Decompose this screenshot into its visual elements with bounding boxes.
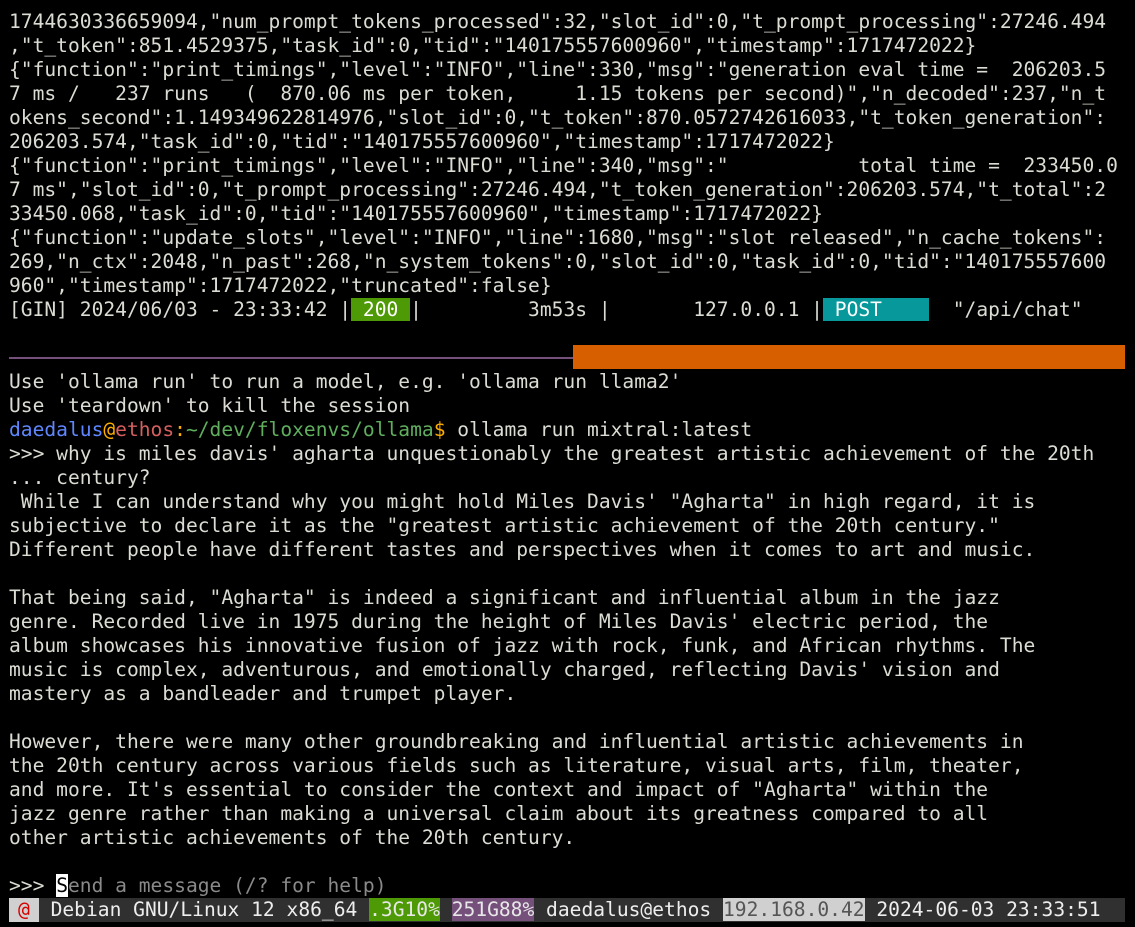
datetime: 2024-06-03 23:33:51 xyxy=(864,898,1101,921)
gin-prefix: [GIN] 2024/06/03 - 23:33:42 | xyxy=(9,298,352,321)
hint-line: Use 'teardown' to kill the session xyxy=(9,394,411,417)
log-line: {"function":"update_slots","level":"INFO… xyxy=(9,226,1107,249)
server-log-pane: 1744630336659094,"num_prompt_tokens_proc… xyxy=(9,10,1135,322)
response-line: While I can understand why you might hol… xyxy=(9,490,1036,513)
log-line: 7 ms / 237 runs ( 870.06 ms per token, 1… xyxy=(9,82,1107,105)
log-line: 206203.574,"task_id":0,"tid":"1401755576… xyxy=(9,130,835,153)
log-line: 960","timestamp":1717472022,"truncated":… xyxy=(9,274,552,297)
log-line: okens_second":1.14934962281497​6,"slot_i… xyxy=(9,106,1107,129)
prompt-at: @ xyxy=(103,418,116,441)
response-line: other artistic achievements of the 20th … xyxy=(9,826,576,849)
response-line: and more. It's essential to consider the… xyxy=(9,778,989,801)
pane-border-line xyxy=(9,357,573,359)
text-cursor: S xyxy=(56,874,68,897)
response-line: subjective to declare it as the "greates… xyxy=(9,514,1000,537)
response-paragraph: That being said, "Agharta" is indeed a s… xyxy=(9,586,1135,706)
ip-address: 192.168.0.42 xyxy=(723,898,865,921)
shell-prompt-line: daedalus@ethos:~/dev/floxenvs/ollama$ ol… xyxy=(9,418,1135,442)
prompt-dollar: $ xyxy=(433,418,446,441)
log-line: {"function":"print_timings","level":"INF… xyxy=(9,154,1118,177)
log-line: 269,"n_ctx":2048,"n_past":268,"n_system_… xyxy=(9,250,1107,273)
response-line: genre. Recorded live in 1975 during the … xyxy=(9,610,989,633)
shell-command: ollama run mixtral:latest xyxy=(445,418,753,441)
response-line: music is complex, adventurous, and emoti… xyxy=(9,658,1000,681)
response-paragraph: While I can understand why you might hol… xyxy=(9,490,1135,562)
log-line: 7 ms","slot_id":0,"t_prompt_processing":… xyxy=(9,178,1107,201)
prompt-path: ~/dev/floxenvs/ollama xyxy=(185,418,434,441)
disk-usage: 251G88% xyxy=(451,898,535,921)
prompt-host: ethos xyxy=(115,418,175,441)
log-line: {"function":"print_timings","level":"INF… xyxy=(9,58,1107,81)
prompt-user: daedalus xyxy=(9,418,104,441)
response-line: the 20th century across various fields s… xyxy=(9,754,1024,777)
gin-latency-ip: | 3m53s | 127.0.0.1 | xyxy=(410,298,823,321)
active-pane-indicator xyxy=(573,345,1125,369)
tmux-status-bar: @ Debian GNU/Linux 12 x86_64 .3G10% 251G… xyxy=(9,898,1125,922)
response-line: That being said, "Agharta" is indeed a s… xyxy=(9,586,1000,609)
debian-logo-icon: @ xyxy=(9,898,39,922)
log-line: 1744630336659094,"num_prompt_tokens_proc… xyxy=(9,10,1107,33)
hint-line: Use 'ollama run' to run a model, e.g. 'o… xyxy=(9,370,682,393)
pane-divider[interactable] xyxy=(9,345,1125,369)
request-path: "/api/chat" xyxy=(929,298,1083,321)
response-line: jazz genre rather than making a universa… xyxy=(9,802,989,825)
response-line: Different people have different tastes a… xyxy=(9,538,1036,561)
user-question: >>> why is miles davis' agharta unquesti… xyxy=(9,442,1095,465)
gin-request-log: [GIN] 2024/06/03 - 23:33:42 | 200 | 3m53… xyxy=(9,298,1135,322)
http-status-badge: 200 xyxy=(351,298,411,321)
input-prompt: >>> xyxy=(9,874,57,897)
response-paragraph: However, there were many other groundbre… xyxy=(9,730,1135,850)
response-line: album showcases his innovative fusion of… xyxy=(9,634,1036,657)
log-line: ,"t_token":851.4529375,"task_id":0,"tid"… xyxy=(9,34,977,57)
input-placeholder: end a message (/? for help) xyxy=(67,874,387,897)
user-host: daedalus@ethos xyxy=(534,898,724,921)
os-info: Debian GNU/Linux 12 x86_64 xyxy=(38,898,370,921)
user-question: ... century? xyxy=(9,466,151,489)
message-input[interactable]: >>> Send a message (/? for help) xyxy=(9,874,1135,898)
ollama-session-pane: Use 'ollama run' to run a model, e.g. 'o… xyxy=(9,370,1135,898)
response-line: mastery as a bandleader and trumpet play… xyxy=(9,682,517,705)
response-line: However, there were many other groundbre… xyxy=(9,730,1024,753)
prompt-colon: : xyxy=(174,418,186,441)
memory-usage: .3G10% xyxy=(369,898,440,921)
http-method-badge: POST xyxy=(822,298,930,321)
log-line: 33450.068,"task_id":0,"tid":"14017555760… xyxy=(9,202,823,225)
